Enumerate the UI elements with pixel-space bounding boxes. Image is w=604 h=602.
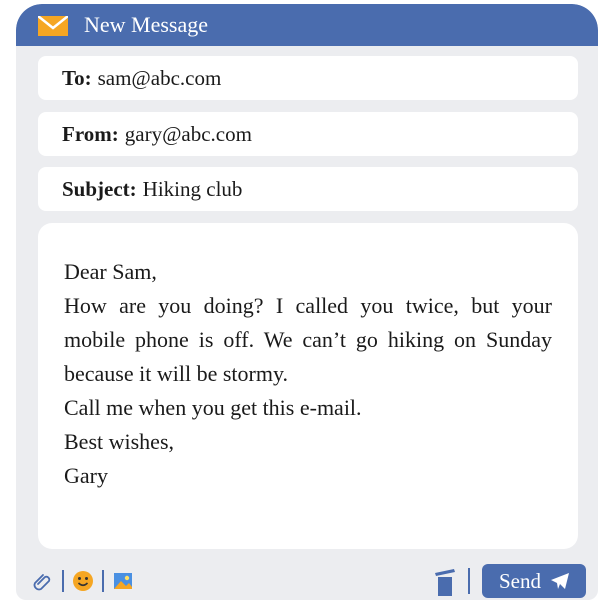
body-closing: Best wishes, bbox=[64, 429, 174, 454]
paperclip-icon[interactable] bbox=[32, 570, 54, 592]
compose-window: New Message To: sam@abc.com From: gary@a… bbox=[16, 4, 598, 600]
body-greeting: Dear Sam, bbox=[64, 259, 157, 284]
body-paragraph: How are you doing? I called you twice, b… bbox=[64, 293, 552, 386]
send-label: Send bbox=[499, 568, 541, 593]
body-line: Call me when you get this e-mail. bbox=[64, 395, 362, 420]
window-title: New Message bbox=[84, 12, 209, 37]
message-body[interactable]: Dear Sam, How are you doing? I called yo… bbox=[38, 223, 578, 549]
trash-icon[interactable] bbox=[432, 568, 458, 596]
subject-value[interactable]: Hiking club bbox=[143, 177, 243, 202]
send-button[interactable]: Send bbox=[482, 564, 586, 598]
from-field[interactable]: From: gary@abc.com bbox=[38, 112, 578, 156]
to-value[interactable]: sam@abc.com bbox=[98, 66, 222, 91]
from-value[interactable]: gary@abc.com bbox=[125, 122, 252, 147]
bottom-toolbar: Send bbox=[16, 562, 598, 600]
emoji-icon[interactable] bbox=[72, 570, 94, 592]
subject-field[interactable]: Subject: Hiking club bbox=[38, 167, 578, 211]
envelope-icon bbox=[38, 16, 68, 36]
title-bar: New Message bbox=[16, 4, 598, 46]
to-field[interactable]: To: sam@abc.com bbox=[38, 56, 578, 100]
body-signature: Gary bbox=[64, 463, 108, 488]
image-icon[interactable] bbox=[112, 570, 134, 592]
to-label: To: bbox=[62, 65, 92, 90]
subject-label: Subject: bbox=[62, 176, 137, 201]
toolbar-separator bbox=[102, 570, 104, 592]
toolbar-separator bbox=[62, 570, 64, 592]
toolbar-separator bbox=[468, 568, 470, 594]
paper-plane-icon bbox=[551, 573, 569, 589]
from-label: From: bbox=[62, 121, 119, 146]
